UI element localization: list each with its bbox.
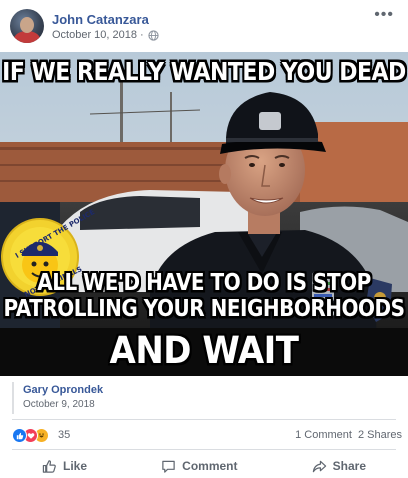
reactions-bar: 35 1 Comment 2 Shares	[0, 424, 408, 446]
meme-caption-line-4: AND WAIT	[109, 329, 299, 373]
thumbs-up-icon	[42, 459, 56, 473]
comment-count[interactable]: 1 Comment	[295, 429, 352, 441]
share-button-label: Share	[332, 459, 366, 473]
shared-from-date[interactable]: October 9, 2018	[23, 399, 396, 410]
reaction-icons[interactable]	[12, 428, 49, 443]
post-card: John Catanzara October 10, 2018 · ••• I …	[0, 0, 408, 478]
meme-caption-line-3: PATROLLING YOUR NEIGHBORHOODS	[3, 294, 405, 322]
meme-caption-line-1: IF WE REALLY WANTED YOU DEAD	[2, 58, 406, 87]
author-avatar[interactable]	[10, 9, 44, 43]
author-name[interactable]: John Catanzara	[52, 12, 149, 27]
post-meta: October 10, 2018 ·	[52, 29, 159, 41]
divider	[12, 449, 396, 450]
like-button[interactable]: Like	[12, 454, 117, 478]
post-image[interactable]: I SUPPORT THE POLICE NOT CRIMINALS IF WE…	[0, 52, 408, 376]
engagement-counts: 1 Comment 2 Shares	[295, 429, 402, 441]
comment-button-label: Comment	[182, 459, 238, 473]
comment-icon	[162, 460, 175, 473]
meme-caption-line-2: ALL WE'D HAVE TO DO IS STOP	[37, 268, 371, 296]
divider	[12, 419, 396, 420]
like-reaction-icon	[12, 428, 27, 443]
more-options-icon[interactable]: •••	[374, 7, 394, 23]
shared-source: Gary Oprondek October 9, 2018	[12, 382, 396, 414]
comment-button[interactable]: Comment	[131, 454, 267, 478]
reaction-count[interactable]: 35	[58, 429, 70, 441]
share-button[interactable]: Share	[282, 454, 396, 478]
post-date[interactable]: October 10, 2018 ·	[52, 29, 144, 41]
like-button-label: Like	[63, 459, 88, 473]
share-count[interactable]: 2 Shares	[358, 429, 402, 441]
action-bar: Like Comment Share	[12, 454, 396, 478]
meme-photo	[0, 52, 408, 376]
globe-icon	[148, 29, 159, 41]
post-header: John Catanzara October 10, 2018 · •••	[0, 0, 408, 50]
shared-from-name[interactable]: Gary Oprondek	[23, 384, 396, 396]
share-arrow-icon	[312, 460, 326, 472]
